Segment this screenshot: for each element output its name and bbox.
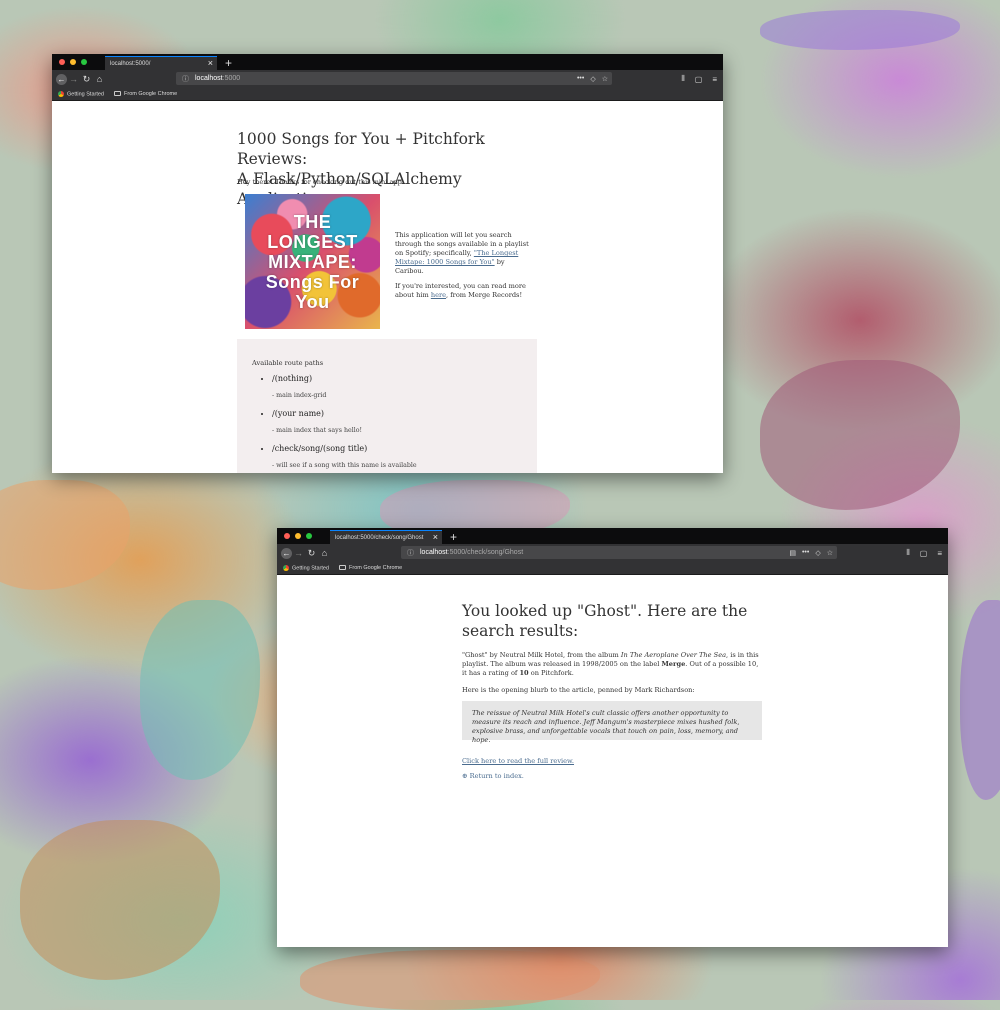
close-tab-icon[interactable]: × [208, 58, 213, 68]
folder-icon [339, 565, 346, 571]
folder-icon [114, 91, 121, 97]
blurb-intro: Here is the opening blurb to the article… [462, 686, 695, 694]
album-cover-image: THE LONGEST MIXTAPE: Songs For You [245, 194, 380, 329]
tab-title: localhost:5000/check/song/Ghost [335, 534, 424, 541]
background-leaf [0, 480, 130, 590]
pocket-icon[interactable]: ◇ [590, 75, 595, 83]
page-actions-icon[interactable]: ••• [577, 75, 584, 82]
menu-icon[interactable]: ≡ [712, 75, 717, 84]
forward-button[interactable]: → [292, 548, 305, 558]
routes-panel: Available route paths /(nothing) - main … [237, 339, 537, 473]
reader-view-icon[interactable]: ▤ [789, 549, 796, 557]
browser-window-index: localhost:5000/ × + ← → ↻ ⌂ ⓘ localhost:… [52, 54, 723, 473]
route-item: /check/song/(song title) - will see if a… [272, 444, 537, 469]
info-icon[interactable]: ⓘ [407, 548, 414, 558]
new-tab-button[interactable]: + [450, 530, 457, 544]
page-title: You looked up "Ghost". Here are the sear… [462, 602, 748, 640]
bookmark-folder-google-chrome[interactable]: From Google Chrome [339, 565, 402, 571]
greeting-text: Hey there! Thanks for checking out this … [237, 178, 404, 186]
title-bar: localhost:5000/check/song/Ghost × + [277, 528, 948, 544]
page-content: You looked up "Ghost". Here are the sear… [277, 575, 948, 947]
routes-list: /(nothing) - main index-grid /(your name… [252, 374, 537, 469]
review-blurb: The reissue of Neutral Milk Hotel's cult… [462, 701, 762, 744]
return-to-index-link[interactable]: Return to index. [470, 772, 524, 780]
rating-value: 10 [519, 669, 529, 677]
forward-button[interactable]: → [67, 74, 80, 84]
background-leaf [300, 950, 600, 1010]
app-description: This application will let you search thr… [395, 231, 529, 299]
search-result-text: "Ghost" by Neutral Milk Hotel, from the … [462, 651, 759, 677]
home-button[interactable]: ⌂ [318, 548, 331, 558]
close-window-button[interactable] [284, 533, 290, 539]
album-art-text: THE LONGEST MIXTAPE: Songs For You [265, 211, 360, 312]
background-leaf [140, 600, 260, 780]
navigation-toolbar: ← → ↻ ⌂ ⓘ localhost:5000 ••• ◇ ☆ ⫴ ▢ ≡ [52, 70, 723, 88]
route-description: - will see if a song with this name is a… [272, 462, 417, 469]
bookmark-getting-started[interactable]: Getting Started [58, 90, 104, 97]
album-name: In The Aeroplane Over The Sea [620, 651, 727, 659]
route-item: /(your name) - main index that says hell… [272, 409, 537, 434]
url-bar[interactable]: ⓘ localhost:5000/check/song/Ghost ▤ ••• … [401, 546, 837, 559]
url-path: :5000/check/song/Ghost [447, 549, 524, 556]
library-icon[interactable]: ⫴ [681, 74, 684, 84]
url-host: localhost [420, 549, 448, 556]
route-item: /(nothing) - main index-grid [272, 374, 537, 399]
back-button[interactable]: ← [281, 547, 292, 559]
pocket-icon[interactable]: ◇ [815, 549, 820, 557]
route-description: - main index that says hello! [272, 427, 363, 434]
page-content: 1000 Songs for You + Pitchfork Reviews: … [52, 101, 723, 473]
sidebar-icon[interactable]: ▢ [695, 75, 703, 84]
tab-title: localhost:5000/ [110, 60, 151, 67]
maximize-window-button[interactable] [81, 59, 87, 65]
new-tab-button[interactable]: + [225, 56, 232, 70]
close-window-button[interactable] [59, 59, 65, 65]
bookmarks-toolbar: Getting Started From Google Chrome [52, 88, 723, 101]
background-leaf [20, 820, 220, 980]
full-review-link[interactable]: Click here to read the full review. [462, 757, 574, 765]
home-button[interactable]: ⌂ [93, 74, 106, 84]
bookmark-getting-started[interactable]: Getting Started [283, 564, 329, 571]
bookmarks-toolbar: Getting Started From Google Chrome [277, 562, 948, 575]
merge-records-link[interactable]: here [431, 291, 446, 299]
firefox-icon [58, 90, 64, 97]
return-icon[interactable]: ⊕ [462, 772, 468, 780]
reload-button[interactable]: ↻ [80, 74, 93, 85]
browser-tab[interactable]: localhost:5000/check/song/Ghost × [330, 530, 442, 544]
browser-tab[interactable]: localhost:5000/ × [105, 56, 217, 70]
background-leaf [760, 360, 960, 510]
routes-heading: Available route paths [252, 359, 324, 367]
bookmark-star-icon[interactable]: ☆ [602, 75, 608, 83]
title-bar: localhost:5000/ × + [52, 54, 723, 70]
label-name: Merge [661, 660, 686, 668]
firefox-icon [283, 564, 289, 571]
url-path: :5000 [222, 75, 241, 82]
url-bar[interactable]: ⓘ localhost:5000 ••• ◇ ☆ [176, 72, 612, 85]
reload-button[interactable]: ↻ [305, 548, 318, 559]
minimize-window-button[interactable] [295, 533, 301, 539]
background-leaf [960, 600, 1000, 800]
close-tab-icon[interactable]: × [433, 532, 438, 542]
browser-window-search: localhost:5000/check/song/Ghost × + ← → … [277, 528, 948, 947]
navigation-toolbar: ← → ↻ ⌂ ⓘ localhost:5000/check/song/Ghos… [277, 544, 948, 562]
background-leaf [760, 10, 960, 50]
page-actions-icon[interactable]: ••• [802, 549, 809, 556]
sidebar-icon[interactable]: ▢ [920, 549, 928, 558]
route-description: - main index-grid [272, 392, 327, 399]
menu-icon[interactable]: ≡ [937, 549, 942, 558]
url-host: localhost [195, 75, 223, 82]
back-button[interactable]: ← [56, 73, 67, 85]
bookmark-folder-google-chrome[interactable]: From Google Chrome [114, 91, 177, 97]
bookmark-star-icon[interactable]: ☆ [827, 549, 833, 557]
info-icon[interactable]: ⓘ [182, 74, 189, 84]
minimize-window-button[interactable] [70, 59, 76, 65]
maximize-window-button[interactable] [306, 533, 312, 539]
library-icon[interactable]: ⫴ [906, 548, 909, 558]
